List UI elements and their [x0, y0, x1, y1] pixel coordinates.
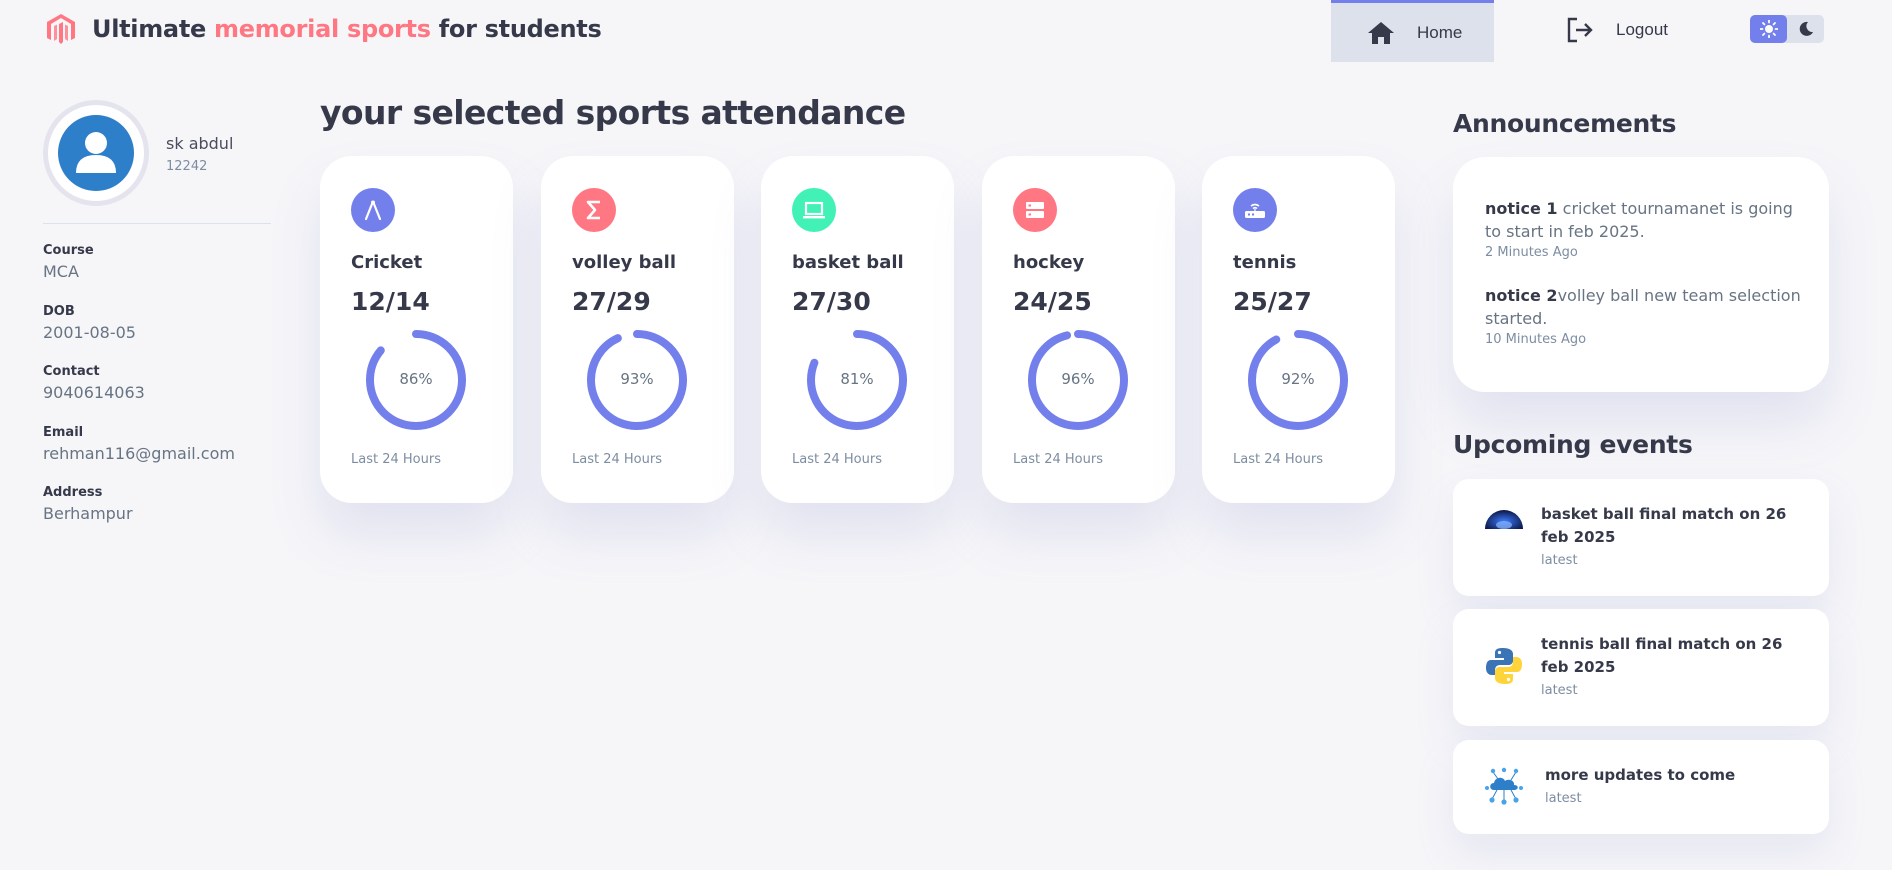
laptop-icon: [803, 201, 825, 219]
light-mode-button[interactable]: [1750, 15, 1787, 43]
card-icon-badge: [351, 188, 395, 232]
announcement-text: notice 1 cricket tournamanet is going to…: [1485, 199, 1793, 241]
nav-home[interactable]: Home: [1331, 0, 1494, 62]
info-label: Email: [43, 424, 84, 440]
top-bar: Ultimate memorial sports for students Ho…: [0, 0, 1892, 62]
card-count: 24/25: [1013, 287, 1092, 316]
card-footer: Last 24 Hours: [351, 452, 441, 467]
page-title: your selected sports attendance: [320, 93, 906, 132]
event-subtitle: latest: [1541, 683, 1578, 698]
info-email: Email rehman116@gmail.com: [43, 425, 235, 486]
info-value: 9040614063: [43, 383, 145, 402]
dark-mode-button[interactable]: [1787, 15, 1824, 43]
sigma-icon: [586, 200, 600, 220]
info-contact: Contact 9040614063: [43, 364, 235, 425]
info-value: MCA: [43, 262, 79, 281]
upcoming-events-title: Upcoming events: [1453, 430, 1693, 459]
event-subtitle: latest: [1541, 553, 1578, 568]
event-title: basket ball final match on 26 feb 2025: [1541, 505, 1787, 546]
card-name: tennis: [1233, 252, 1297, 273]
announcements-title: Announcements: [1453, 109, 1677, 138]
announcement-text: notice 2volley ball new team selection s…: [1485, 286, 1801, 328]
card-icon-badge: [1013, 188, 1057, 232]
router-icon: [1245, 203, 1265, 218]
card-count: 12/14: [351, 287, 430, 316]
info-value: Berhampur: [43, 504, 133, 523]
card-percent: 86%: [399, 370, 433, 388]
info-dob: DOB 2001-08-05: [43, 304, 235, 365]
logout-icon: [1567, 17, 1593, 43]
info-label: Address: [43, 485, 103, 500]
storage-icon: [1026, 202, 1044, 218]
info-value: rehman116@gmail.com: [43, 443, 235, 463]
card-footer: Last 24 Hours: [792, 452, 882, 467]
info-course: Course MCA: [43, 243, 235, 304]
info-value: 2001-08-05: [43, 322, 136, 342]
card-count: 27/30: [792, 287, 871, 316]
event-title: more updates to come: [1545, 766, 1736, 784]
site-logo[interactable]: Ultimate memorial sports for students: [44, 12, 602, 46]
site-title: Ultimate memorial sports for students: [92, 15, 602, 43]
info-label: Contact: [43, 364, 100, 379]
nav-logout-label: Logout: [1616, 20, 1668, 39]
card-icon-badge: [792, 188, 836, 232]
announcement-time: 2 Minutes Ago: [1485, 245, 1578, 260]
card-name: hockey: [1013, 252, 1085, 273]
avatar[interactable]: [58, 115, 134, 191]
card-percent: 96%: [1061, 370, 1095, 388]
profile-divider: [43, 223, 271, 224]
info-label: DOB: [43, 303, 75, 319]
card-percent: 93%: [620, 370, 654, 388]
card-footer: Last 24 Hours: [1233, 452, 1323, 467]
card-icon-badge: [572, 188, 616, 232]
home-icon: [1368, 21, 1394, 44]
announcement-time: 10 Minutes Ago: [1485, 332, 1587, 347]
theme-toggle[interactable]: [1750, 15, 1824, 43]
card-percent: 92%: [1281, 370, 1315, 388]
card-icon-badge: [1233, 188, 1277, 232]
logo-icon: [47, 14, 75, 44]
avatar-frame: [43, 100, 149, 206]
card-count: 27/29: [572, 287, 651, 316]
card-footer: Last 24 Hours: [572, 452, 662, 467]
card-name: volley ball: [572, 252, 677, 273]
sport-card-volley-ball[interactable]: volley ball 27/29 93% Last 24 Hours: [541, 156, 734, 503]
moon-icon: [1799, 21, 1813, 36]
announcements-panel: notice 1 cricket tournamanet is going to…: [1453, 157, 1829, 392]
nav-home-label: Home: [1417, 22, 1463, 42]
card-name: Cricket: [351, 252, 423, 273]
python-logo-icon: [1486, 648, 1522, 684]
announcement-item[interactable]: notice 2volley ball new team selection s…: [1485, 284, 1805, 347]
profile-name: sk abdul: [166, 134, 234, 153]
user-icon: [76, 132, 116, 173]
event-subtitle: latest: [1545, 791, 1582, 806]
sport-card-cricket[interactable]: Cricket 12/14 86% Last 24 Hours: [320, 156, 513, 503]
event-item[interactable]: basket ball final match on 26 feb 2025 l…: [1453, 479, 1829, 596]
announcement-item[interactable]: notice 1 cricket tournamanet is going to…: [1485, 197, 1805, 260]
profile-info: Course MCA DOB 2001-08-05 Contact 904061…: [43, 243, 235, 546]
event-item[interactable]: more updates to come latest: [1453, 740, 1829, 834]
card-name: basket ball: [792, 252, 904, 273]
card-footer: Last 24 Hours: [1013, 452, 1103, 467]
nav-logout[interactable]: Logout: [1566, 14, 1668, 46]
event-item[interactable]: tennis ball final match on 26 feb 2025 l…: [1453, 609, 1829, 726]
card-count: 25/27: [1233, 287, 1312, 316]
cloud-network-icon: [1485, 767, 1523, 805]
stadium-icon: [1485, 510, 1523, 529]
sport-card-hockey[interactable]: hockey 24/25 96% Last 24 Hours: [982, 156, 1175, 503]
event-title: tennis ball final match on 26 feb 2025: [1541, 635, 1783, 676]
card-percent: 81%: [840, 370, 874, 388]
info-label: Course: [43, 243, 94, 258]
info-address: Address Berhampur: [43, 485, 235, 546]
sport-card-basket-ball[interactable]: basket ball 27/30 81% Last 24 Hours: [761, 156, 954, 503]
sun-icon: [1759, 20, 1778, 38]
sport-card-tennis[interactable]: tennis 25/27 92% Last 24 Hours: [1202, 156, 1395, 503]
profile-id: 12242: [166, 159, 208, 174]
compass-icon: [364, 200, 382, 221]
